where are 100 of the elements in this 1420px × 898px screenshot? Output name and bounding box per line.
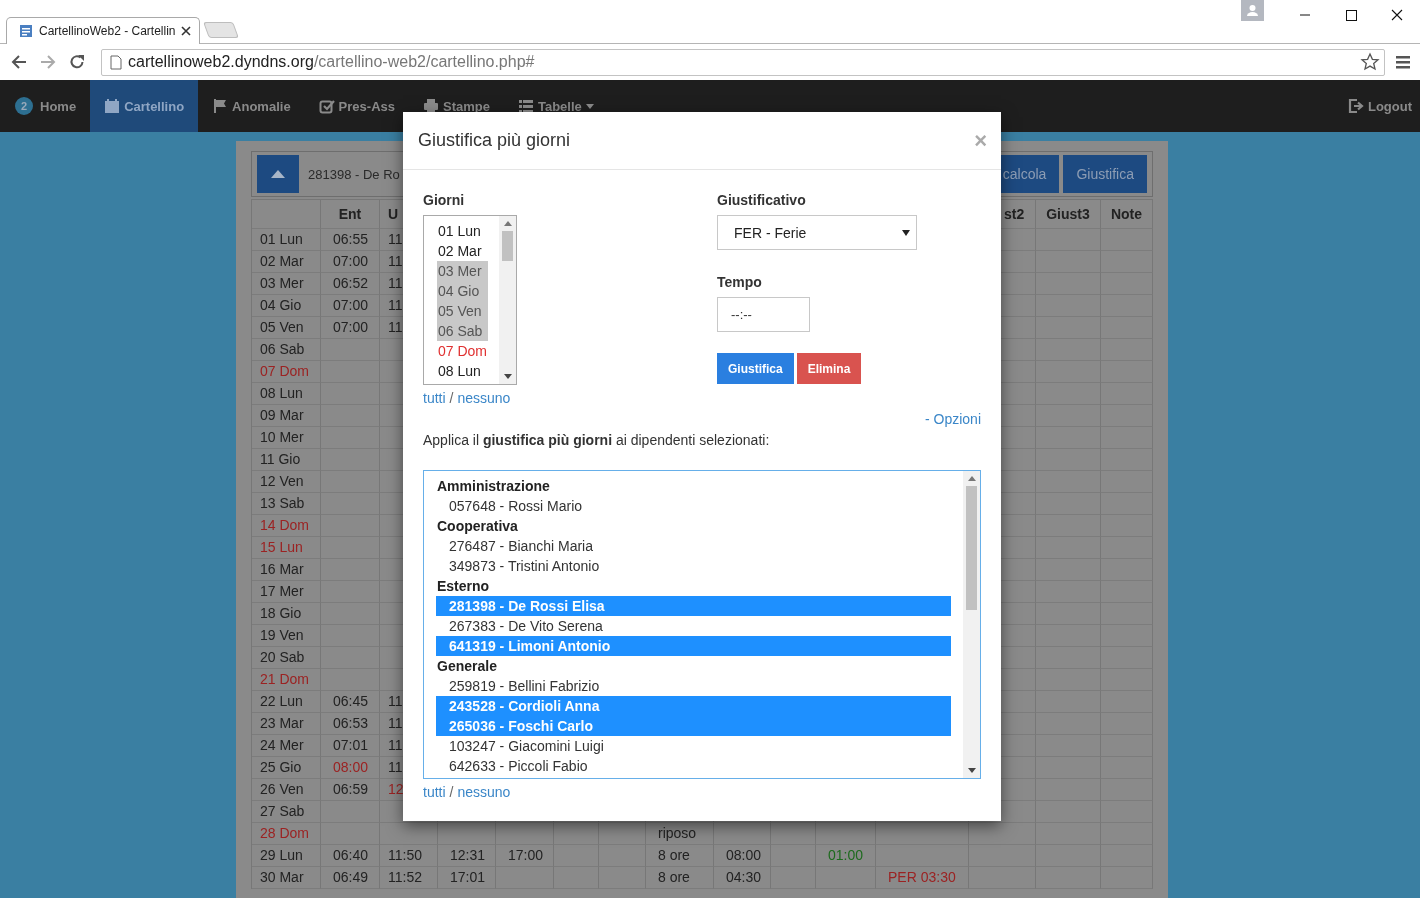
day-cell: 21 Dom: [252, 669, 321, 691]
scrollbar[interactable]: [499, 216, 516, 384]
table-cell: 08:00: [714, 845, 771, 867]
day-option[interactable]: 08 Lun: [437, 361, 488, 381]
day-cell: 05 Ven: [252, 317, 321, 339]
down-arrow-icon: [503, 374, 512, 379]
logout-link[interactable]: Logout: [1333, 80, 1420, 132]
day-cell: 27 Sab: [252, 801, 321, 823]
browser-tab[interactable]: CartellinoWeb2 - Cartellin: [6, 17, 200, 44]
table-cell: PER 03:30: [876, 867, 969, 889]
employee-option[interactable]: 281398 - De Rossi Elisa: [436, 596, 951, 616]
day-cell: 08 Lun: [252, 383, 321, 405]
employee-option[interactable]: 642633 - Piccoli Fabio: [436, 756, 951, 776]
options-link[interactable]: - Opzioni: [924, 411, 981, 429]
days-listbox[interactable]: 01 Lun 02 Mar 03 Mer 04 Gio 05 Ven 06 Sab 07 Dom 08 Lun: [423, 215, 517, 385]
day-option[interactable]: 01 Lun: [437, 221, 488, 241]
scrollbar[interactable]: [963, 471, 980, 778]
employee-option[interactable]: 103247 - Giacomini Luigi: [436, 736, 951, 756]
toolbar-button[interactable]: Giustifica: [1063, 155, 1147, 193]
scrollbar-thumb[interactable]: [502, 231, 513, 261]
nav-item[interactable]: Stampe: [409, 80, 504, 132]
employee-option[interactable]: 276487 - Bianchi Maria: [436, 536, 951, 556]
table-cell: riposo: [646, 823, 714, 845]
day-cell: 06 Sab: [252, 339, 321, 361]
employee-option[interactable]: 641319 - Limoni Antonio: [436, 636, 951, 656]
up-arrow-icon: [503, 221, 512, 226]
separator-text: /: [449, 390, 454, 406]
table-cell: 07:00: [321, 295, 380, 317]
group-label: Cooperativa: [436, 517, 519, 536]
day-cell: 30 Mar: [252, 867, 321, 889]
nav-item[interactable]: Anomalie: [198, 80, 305, 132]
day-option[interactable]: 06 Sab: [437, 321, 488, 341]
day-option[interactable]: 07 Dom: [437, 341, 488, 361]
flag-icon: [212, 98, 229, 114]
day-cell: 18 Gio: [252, 603, 321, 625]
table-cell: 06:49: [321, 867, 380, 889]
table-cell: 17:01: [438, 867, 496, 889]
down-arrow-icon: [967, 768, 976, 773]
day-cell: 23 Mar: [252, 713, 321, 735]
day-cell: 20 Sab: [252, 647, 321, 669]
logout-icon: [1347, 98, 1364, 114]
calendar-icon: [104, 98, 121, 114]
nav-item[interactable]: Tabelle: [503, 80, 608, 132]
back-arrow-icon[interactable]: [10, 53, 28, 71]
close-icon[interactable]: [181, 26, 191, 36]
day-option[interactable]: 03 Mer: [437, 261, 488, 281]
select-none-link[interactable]: nessuno: [457, 390, 511, 406]
table-cell: [438, 823, 496, 845]
employee-option[interactable]: 267383 - De Vito Serena: [436, 616, 951, 636]
forward-arrow-icon[interactable]: [39, 53, 57, 71]
table-cell: [816, 823, 876, 845]
scrollbar-thumb[interactable]: [966, 486, 977, 610]
employees-listbox[interactable]: [423, 470, 981, 779]
table-cell: 07:01: [321, 735, 380, 757]
menu-icon[interactable]: [1396, 55, 1410, 69]
employee-name: 281398 - De Ro: [308, 166, 400, 182]
employee-option[interactable]: 349873 - Tristini Antonio: [436, 556, 951, 576]
day-cell: 24 Mer: [252, 735, 321, 757]
collapse-button[interactable]: [257, 155, 299, 193]
reload-icon[interactable]: [68, 53, 86, 71]
nav-item[interactable]: Cartellino: [90, 80, 199, 132]
table-cell: 17:00: [496, 845, 554, 867]
day-cell: 11 Gio: [252, 449, 321, 471]
day-option[interactable]: 04 Gio: [437, 281, 488, 301]
table-cell: [380, 823, 438, 845]
day-cell: 28 Dom: [252, 823, 321, 845]
action-button[interactable]: Giustifica: [717, 353, 794, 384]
select-none-link[interactable]: nessuno: [457, 784, 511, 800]
employee-option[interactable]: 259819 - Bellini Fabrizio: [436, 676, 951, 696]
day-option[interactable]: 05 Ven: [437, 301, 488, 321]
employee-option[interactable]: 265036 - Foschi Carlo: [436, 716, 951, 736]
day-option[interactable]: 02 Mar: [437, 241, 488, 261]
nav-item[interactable]: 2 Home: [15, 80, 91, 132]
day-cell: 10 Mer: [252, 427, 321, 449]
nav-item[interactable]: Pres-Ass: [304, 80, 409, 132]
column-header: Giust3: [1036, 200, 1101, 229]
day-cell: 17 Mer: [252, 581, 321, 603]
table-cell: 8 ore: [646, 845, 714, 867]
star-icon[interactable]: [1360, 52, 1380, 72]
table-cell: 08:00: [321, 757, 380, 779]
table-cell: 01:00: [816, 845, 876, 867]
address-bar[interactable]: cartellinoweb2.dyndns.org/cartellino-web2/cartellino.php#: [101, 48, 1385, 76]
up-arrow-icon: [967, 476, 976, 481]
employee-option[interactable]: 057648 - Rossi Mario: [436, 496, 951, 516]
table-cell: [599, 823, 646, 845]
action-button[interactable]: Elimina: [796, 353, 862, 384]
select-all-link[interactable]: tutti: [423, 390, 446, 406]
reason-dropdown[interactable]: FER - Ferie: [717, 215, 917, 250]
group-label: Esterno: [436, 577, 491, 596]
document-icon: [110, 54, 122, 70]
day-cell: 13 Sab: [252, 493, 321, 515]
time-input[interactable]: --:--: [717, 297, 810, 332]
instruction-text: Applica il giustifica più giorni ai dipendenti selezionati:: [423, 432, 771, 448]
day-cell: 01 Lun: [252, 229, 321, 251]
employee-option[interactable]: 243528 - Cordioli Anna: [436, 696, 951, 716]
user-icon[interactable]: [1241, 0, 1264, 21]
new-tab-button[interactable]: [203, 22, 239, 38]
url-text: cartellinoweb2.dyndns.org/cartellino-web2/cartellino.php#: [128, 53, 536, 71]
column-header: Ent: [321, 200, 380, 229]
table-cell: 06:53: [321, 713, 380, 735]
